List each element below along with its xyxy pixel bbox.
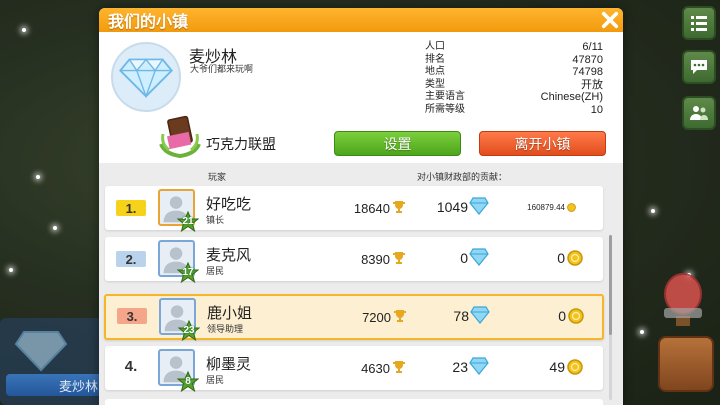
stat-population: 人口 6/11 xyxy=(425,41,603,53)
rank-badge: 1. xyxy=(116,200,146,216)
avatar[interactable]: 17 xyxy=(158,240,200,284)
town-motto: 大爷们都来玩啊 xyxy=(190,64,254,74)
player-row-selected[interactable]: 3. 23 鹿小姐 领导助理 7200 78 0 xyxy=(104,294,604,342)
player-role: 居民 xyxy=(206,375,225,385)
rank-badge: 2. xyxy=(116,251,146,267)
coin-contribution: 0 xyxy=(558,308,566,324)
player-role: 镇长 xyxy=(206,215,225,225)
diamond-icon xyxy=(469,357,489,375)
coin-contribution: 160879.44 xyxy=(527,203,565,212)
stat-ranking: 排名 47870 xyxy=(425,53,603,66)
shop-building-button[interactable] xyxy=(658,336,714,392)
town-dialog: 我们的小镇 麦炒林 大爷们都来玩啊 人口6/11 排名47870 地点74 xyxy=(99,8,623,405)
coin-icon xyxy=(567,203,576,212)
sparkle xyxy=(22,28,26,32)
avatar[interactable]: 8 xyxy=(158,349,200,393)
avatar[interactable]: 23 xyxy=(159,298,201,342)
coin-icon xyxy=(567,359,583,375)
level-number: 23 xyxy=(183,325,195,336)
gem-contribution: 0 xyxy=(460,250,468,266)
diamond-icon xyxy=(118,58,174,99)
sparkle xyxy=(9,268,13,272)
close-button[interactable] xyxy=(600,10,620,30)
coin-contribution: 49 xyxy=(549,359,565,375)
diamond-icon xyxy=(14,331,68,372)
list-scrollbar[interactable] xyxy=(609,235,612,400)
list-column-headers: 玩家 对小镇财政部的贡献： xyxy=(99,163,623,185)
friends-button[interactable] xyxy=(682,96,716,130)
menu-list-button[interactable] xyxy=(682,6,716,40)
player-name: 麦克风 xyxy=(206,247,252,264)
town-emblem xyxy=(111,42,181,112)
level-star: 8 xyxy=(176,370,200,393)
rank-number: 4. xyxy=(124,358,138,375)
alliance-name[interactable]: 巧克力联盟 xyxy=(206,134,276,154)
level-star: 21 xyxy=(176,210,200,233)
column-player: 玩家 xyxy=(208,172,227,182)
settings-button[interactable]: 设置 xyxy=(334,131,461,156)
player-role: 居民 xyxy=(206,266,225,276)
list-icon xyxy=(691,16,707,31)
player-name: 好吃吃 xyxy=(206,196,252,213)
chat-bubble-icon xyxy=(691,60,707,74)
sparkle xyxy=(651,209,655,213)
leave-town-button[interactable]: 离开小镇 xyxy=(479,131,606,156)
level-number: 17 xyxy=(182,267,194,278)
player-row[interactable]: 2. 17 麦克风 居民 8390 0 0 xyxy=(105,237,603,284)
level-star: 17 xyxy=(176,261,200,284)
player-name: 鹿小姐 xyxy=(207,305,253,322)
level-number: 8 xyxy=(185,376,191,387)
player-row-partial[interactable] xyxy=(105,399,603,405)
diamond-icon xyxy=(469,248,489,266)
sparkle xyxy=(53,226,57,230)
scrollbar-thumb[interactable] xyxy=(609,235,612,335)
dialog-titlebar: 我们的小镇 xyxy=(99,8,623,32)
close-icon xyxy=(601,11,619,29)
trophy-icon xyxy=(393,201,405,213)
player-row[interactable]: 4. 8 柳墨灵 居民 4630 23 49 xyxy=(105,346,603,393)
people-icon xyxy=(690,106,708,120)
chocolate-alliance-icon xyxy=(159,115,201,158)
coin-icon xyxy=(567,250,583,266)
coin-icon xyxy=(568,308,584,324)
column-contribution: 对小镇财政部的贡献： xyxy=(417,172,508,182)
stat-location: 地点 74798 xyxy=(425,66,603,78)
gem-contribution: 23 xyxy=(452,359,468,375)
town-stats: 人口 6/11 排名 47870 地点 74798 类型 开放 主要语言 Chinese(… xyxy=(425,41,603,116)
dialog-title: 我们的小镇 xyxy=(108,14,189,31)
coin-contribution: 0 xyxy=(557,250,565,266)
player-name: 柳墨灵 xyxy=(206,356,252,373)
hot-air-balloon-icon[interactable] xyxy=(658,272,708,332)
town-info-header: 麦炒林 大爷们都来玩啊 人口 6/11 排名 47870 地点 74798 类型 开放 … xyxy=(99,32,623,163)
gem-contribution: 78 xyxy=(453,308,469,324)
level-star: 23 xyxy=(177,319,201,342)
sparkle xyxy=(36,175,40,179)
level-number: 21 xyxy=(182,216,194,227)
trophy-count: 8390 xyxy=(361,252,390,267)
gem-contribution: 1049 xyxy=(436,199,468,215)
rank-badge: 3. xyxy=(117,308,147,324)
stat-type: 类型 开放 xyxy=(425,78,603,91)
trophy-icon xyxy=(393,252,405,264)
sparkle xyxy=(640,330,644,334)
diamond-icon xyxy=(470,306,490,324)
stat-language: 主要语言 Chinese(ZH) xyxy=(425,91,603,103)
background-town-label[interactable]: 麦炒林 xyxy=(6,374,102,396)
player-list[interactable]: 玩家 对小镇财政部的贡献： 1. 21 好吃吃 镇长 18640 1049 16… xyxy=(99,163,623,405)
stat-required-level: 所需等级 10 xyxy=(425,103,603,116)
trophy-count: 4630 xyxy=(361,361,390,376)
trophy-icon xyxy=(394,310,406,322)
player-row[interactable]: 1. 21 好吃吃 镇长 18640 1049 160879.44 xyxy=(105,186,603,233)
avatar[interactable]: 21 xyxy=(158,189,200,233)
trophy-count: 7200 xyxy=(362,310,391,325)
player-role: 领导助理 xyxy=(207,324,244,334)
diamond-icon xyxy=(469,197,489,215)
trophy-count: 18640 xyxy=(353,201,390,216)
trophy-icon xyxy=(393,361,405,373)
chat-button[interactable] xyxy=(682,50,716,84)
